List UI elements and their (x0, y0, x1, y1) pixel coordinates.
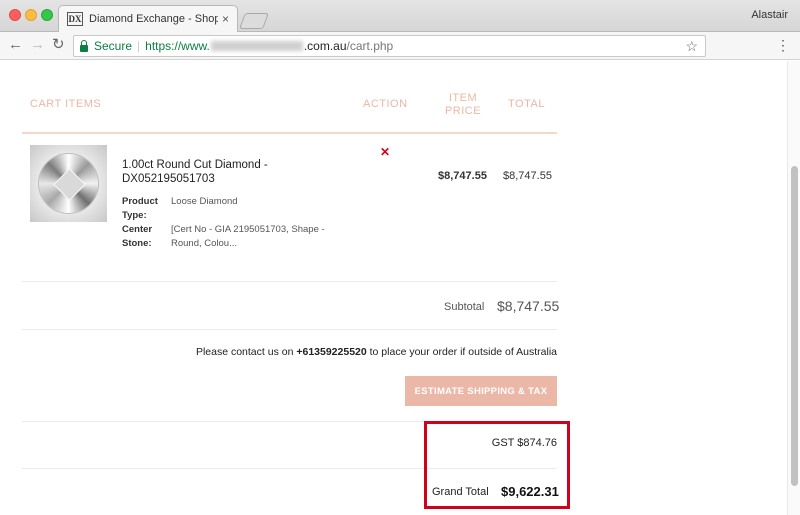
bookmark-star-icon[interactable]: ☆ (685, 38, 698, 55)
url-scheme: https://www. (145, 39, 210, 53)
subtotal-value: $8,747.55 (497, 298, 560, 314)
center-stone-label: Center Stone: (122, 224, 153, 249)
item-divider (22, 281, 557, 282)
address-separator: | (137, 39, 141, 53)
profile-name[interactable]: Alastair (751, 9, 788, 21)
address-bar[interactable]: Secure | https://www. .com.au /cart.php … (73, 35, 706, 57)
header-cart-items: CART ITEMS (30, 98, 102, 110)
header-divider (22, 132, 557, 134)
favicon-icon: DX (67, 12, 83, 26)
browser-toolbar: ← → ↻ Secure | https://www. .com.au /car… (0, 32, 800, 60)
url-path: /cart.php (346, 39, 394, 53)
center-stone-value: [Cert No - GIA 2195051703, Shape - Round… (171, 224, 325, 249)
remove-item-icon[interactable]: ✕ (380, 145, 390, 159)
close-window-button[interactable] (9, 9, 21, 21)
product-meta: Product Type: Loose Diamond Center Stone… (122, 195, 341, 251)
url-redacted-domain (210, 41, 303, 51)
reload-icon[interactable]: ↻ (52, 36, 65, 54)
cart-page: CART ITEMS ACTION ITEM PRICE TOTAL 1.00c… (0, 61, 787, 515)
item-price: $8,747.55 (438, 170, 487, 182)
contact-prefix: Please contact us on (195, 346, 297, 358)
product-name-link[interactable]: 1.00ct Round Cut Diamond - DX05219505170… (122, 158, 292, 186)
maximize-window-button[interactable] (41, 9, 53, 21)
product-type-value: Loose Diamond (171, 196, 238, 207)
back-arrow-icon[interactable]: ← (8, 36, 23, 54)
header-item-price: ITEM PRICE (444, 92, 482, 117)
contact-suffix: to place your order if outside of Austra… (366, 346, 557, 358)
browser-menu-icon[interactable]: ⋮ (776, 36, 790, 54)
secure-label: Secure (94, 39, 133, 53)
header-total: TOTAL (508, 98, 545, 110)
estimate-shipping-tax-button[interactable]: ESTIMATE SHIPPING & TAX (405, 376, 557, 406)
totals-highlight-box (424, 421, 570, 509)
item-total: $8,747.55 (503, 170, 552, 182)
scrollbar-thumb[interactable] (791, 166, 798, 486)
lock-icon (80, 39, 88, 52)
contact-message: Please contact us on +61359225520 to pla… (22, 346, 557, 358)
subtotal-divider (22, 329, 557, 330)
tab-close-icon[interactable]: × (222, 12, 229, 26)
tab-title: Diamond Exchange - Shopping (89, 13, 218, 25)
browser-tab-bar: DX Diamond Exchange - Shopping × Alastai… (0, 0, 800, 32)
forward-arrow-icon[interactable]: → (30, 36, 45, 54)
page-scrollbar[interactable] (787, 61, 800, 515)
url-host-suffix: .com.au (303, 39, 347, 53)
diamond-product-image[interactable] (30, 145, 107, 222)
product-type-label: Product Type: (122, 196, 158, 221)
contact-phone: +61359225520 (296, 346, 367, 358)
diamond-icon (39, 154, 98, 213)
minimize-window-button[interactable] (25, 9, 37, 21)
new-tab-button[interactable] (239, 13, 269, 29)
header-action: ACTION (363, 98, 408, 110)
subtotal-label: Subtotal (444, 301, 485, 313)
browser-tab-active[interactable]: DX Diamond Exchange - Shopping × (58, 5, 238, 32)
